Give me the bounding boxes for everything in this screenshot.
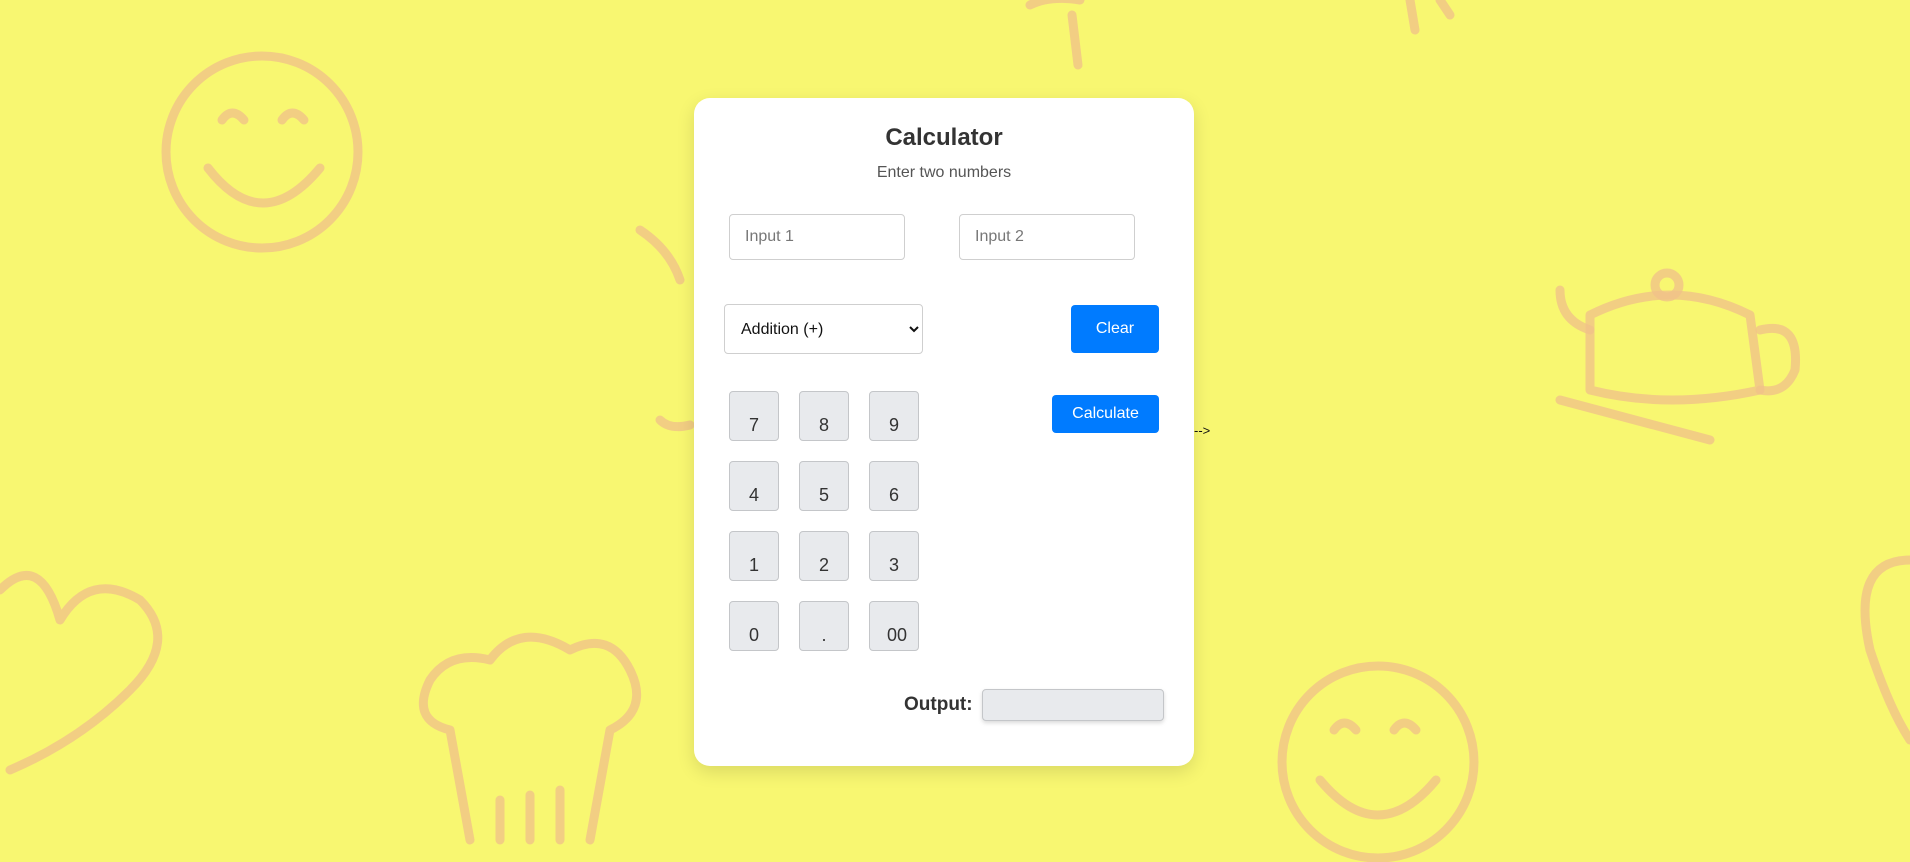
key-4[interactable]: 4 <box>729 461 779 511</box>
key-7[interactable]: 7 <box>729 391 779 441</box>
key-3[interactable]: 3 <box>869 531 919 581</box>
calculator-card: Calculator Enter two numbers Addition (+… <box>694 98 1194 766</box>
key-8[interactable]: 8 <box>799 391 849 441</box>
chef-hat-icon <box>418 632 642 845</box>
key-double-zero[interactable]: 00 <box>869 601 919 651</box>
output-display <box>982 689 1164 721</box>
smiley-icon <box>161 51 363 253</box>
fork-icon <box>1025 0 1455 70</box>
calculator-title: Calculator <box>885 124 1003 151</box>
heart-icon <box>1860 555 1910 745</box>
smiley-icon <box>1277 661 1479 862</box>
key-0[interactable]: 0 <box>729 601 779 651</box>
key-9[interactable]: 9 <box>869 391 919 441</box>
input-1-field[interactable] <box>729 214 905 260</box>
key-decimal[interactable]: . <box>799 601 849 651</box>
heart-icon <box>0 571 163 775</box>
key-6[interactable]: 6 <box>869 461 919 511</box>
operation-select[interactable]: Addition (+) <box>724 304 923 354</box>
calculator-subtitle: Enter two numbers <box>876 164 1012 181</box>
input-2-field[interactable] <box>959 214 1135 260</box>
calculate-button[interactable]: Calculate <box>1052 395 1159 433</box>
key-5[interactable]: 5 <box>799 461 849 511</box>
teapot-icon <box>1555 268 1801 445</box>
clear-button[interactable]: Clear <box>1071 305 1159 353</box>
key-1[interactable]: 1 <box>729 531 779 581</box>
key-2[interactable]: 2 <box>799 531 849 581</box>
utensil-icon <box>635 225 695 432</box>
output-label: Output: <box>904 694 973 715</box>
stray-comment-text: --> <box>1194 423 1211 438</box>
